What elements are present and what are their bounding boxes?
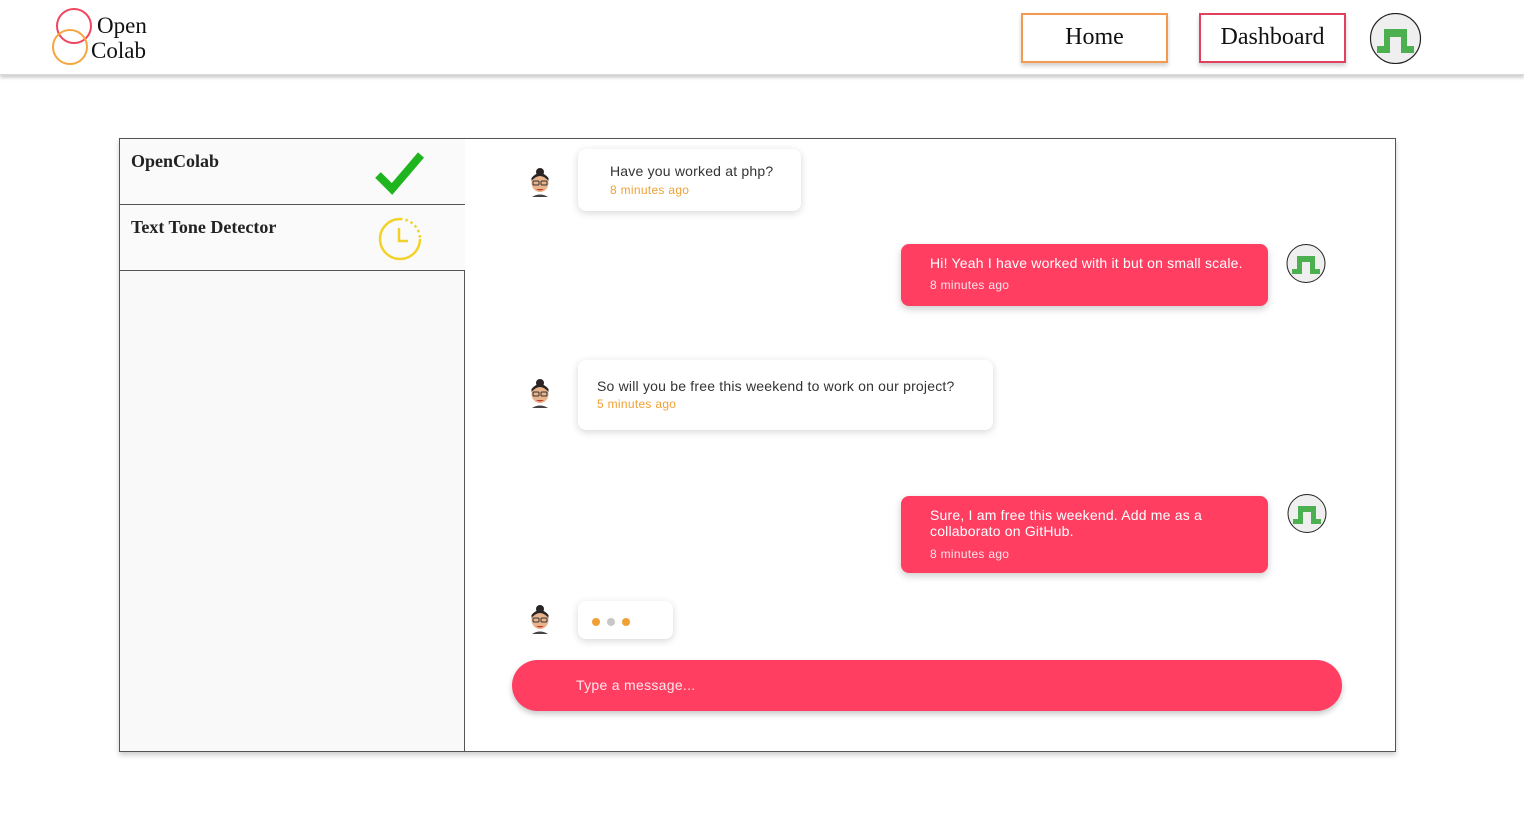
message-bubble-outgoing: Hi! Yeah I have worked with it but on sm… bbox=[901, 244, 1268, 306]
contact-avatar-icon bbox=[531, 168, 549, 197]
message-text: Sure, I am free this weekend. Add me as … bbox=[930, 507, 1203, 539]
message-timestamp: 8 minutes ago bbox=[930, 278, 1010, 292]
identicon-avatar-icon bbox=[1369, 12, 1422, 65]
project-sidebar: OpenColab Text Tone Detector bbox=[120, 139, 465, 751]
message-text: So will you be free this weekend to work… bbox=[597, 378, 955, 394]
message-input[interactable] bbox=[576, 674, 1316, 696]
home-button[interactable]: Home bbox=[1021, 13, 1168, 63]
message-composer bbox=[512, 660, 1342, 711]
message-bubble-incoming: Have you worked at php? 8 minutes ago bbox=[578, 149, 801, 211]
typing-dot bbox=[607, 618, 615, 626]
message-bubble-incoming: So will you be free this weekend to work… bbox=[578, 360, 993, 430]
contact-avatar-icon bbox=[531, 605, 549, 634]
logo-text-open: Open bbox=[97, 13, 147, 38]
message-bubble-outgoing: Sure, I am free this weekend. Add me as … bbox=[901, 496, 1268, 573]
typing-dot bbox=[622, 618, 630, 626]
message-timestamp: 8 minutes ago bbox=[610, 183, 690, 197]
message-text: Have you worked at php? bbox=[610, 163, 774, 179]
checkmark-icon bbox=[375, 152, 425, 195]
project-item-opencolab[interactable]: OpenColab bbox=[120, 139, 465, 205]
message-timestamp: 8 minutes ago bbox=[930, 547, 1010, 561]
project-name: OpenColab bbox=[131, 151, 220, 171]
opencolab-logo[interactable]: Open Colab bbox=[50, 6, 170, 68]
contact-avatar-icon bbox=[531, 379, 549, 408]
user-avatar-icon bbox=[1287, 494, 1327, 533]
message-text: Hi! Yeah I have worked with it but on sm… bbox=[930, 255, 1243, 271]
clock-icon bbox=[378, 217, 422, 261]
chat-panel: OpenColab Text Tone Detector Have you wo… bbox=[119, 138, 1396, 752]
top-header: Open Colab Home Dashboard bbox=[0, 0, 1524, 75]
message-timestamp: 5 minutes ago bbox=[597, 397, 677, 411]
project-name: Text Tone Detector bbox=[131, 217, 277, 237]
logo-text-colab: Colab bbox=[91, 38, 146, 63]
project-item-text-tone-detector[interactable]: Text Tone Detector bbox=[120, 205, 465, 271]
profile-avatar[interactable] bbox=[1369, 12, 1422, 65]
dashboard-button[interactable]: Dashboard bbox=[1199, 13, 1346, 63]
typing-dot bbox=[592, 618, 600, 626]
user-avatar-icon bbox=[1286, 244, 1326, 283]
typing-indicator bbox=[578, 601, 673, 639]
